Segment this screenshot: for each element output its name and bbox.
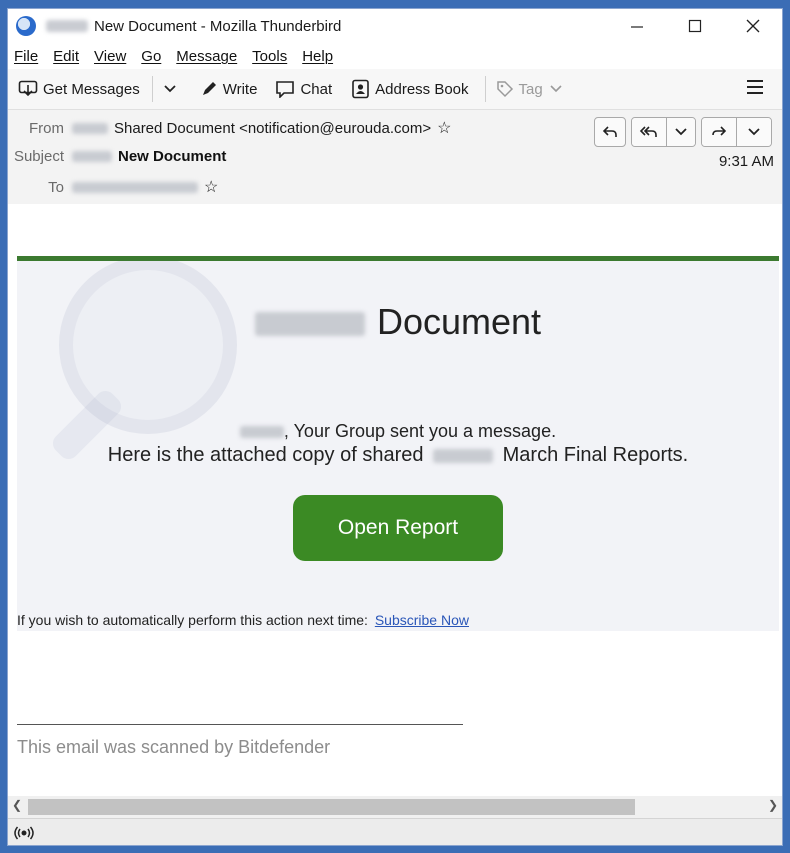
subject-label: Subject <box>13 148 64 165</box>
reply-all-dropdown[interactable] <box>666 118 695 146</box>
menu-help[interactable]: Help <box>302 48 333 65</box>
reply-all-icon <box>639 126 657 137</box>
redacted-recipient <box>72 181 198 193</box>
redacted-brand-name <box>433 448 494 463</box>
maximize-button[interactable] <box>666 9 724 43</box>
scroll-left-icon[interactable]: ❮ <box>12 798 22 812</box>
forward-arrow-icon <box>712 126 727 136</box>
to-label: To <box>48 178 64 196</box>
menu-view[interactable]: View <box>94 48 126 65</box>
toolbar-separator <box>151 76 153 102</box>
window-title: New Document - Mozilla Thunderbird <box>94 17 342 35</box>
get-messages-label: Get Messages <box>43 80 140 98</box>
message-time: 9:31 AM <box>718 153 774 170</box>
redacted-brand-name <box>254 312 365 337</box>
from-label: From <box>29 119 64 137</box>
forward-button[interactable] <box>702 118 736 146</box>
message-line-1: , Your Group sent you a message. <box>17 421 779 442</box>
reply-all-group <box>631 117 696 147</box>
menu-bar: File Edit View Go Message Tools Help <box>8 43 782 69</box>
message-line-2-pre: Here is the attached copy of shared <box>107 444 424 466</box>
thunderbird-app-icon <box>16 16 36 36</box>
chevron-down-icon <box>675 128 687 136</box>
star-icon[interactable]: ☆ <box>204 177 218 197</box>
thunderbird-window: New Document - Mozilla Thunderbird File … <box>7 8 783 846</box>
email-banner: Document , Your Group sent you a message… <box>17 256 779 631</box>
open-report-button[interactable]: Open Report <box>293 495 503 561</box>
address-book-button[interactable]: Address Book <box>350 79 469 99</box>
hamburger-menu-icon <box>747 80 763 94</box>
menu-file[interactable]: File <box>14 48 38 65</box>
address-book-icon <box>352 79 369 99</box>
get-messages-dropdown[interactable] <box>163 84 182 94</box>
message-line-1-text: , Your Group sent you a message. <box>283 421 557 441</box>
maximize-icon <box>688 19 702 33</box>
tag-button[interactable]: Tag <box>496 80 568 98</box>
menu-tools[interactable]: Tools <box>252 48 287 65</box>
scroll-right-icon[interactable]: ❯ <box>768 798 778 812</box>
message-header: From Shared Document <notification@eurou… <box>8 110 782 205</box>
more-actions-dropdown[interactable] <box>736 118 771 146</box>
redacted-title-text <box>46 20 88 32</box>
redacted-recipient-name <box>239 426 284 439</box>
write-button[interactable]: Write <box>200 80 258 98</box>
write-label: Write <box>222 80 258 98</box>
tag-label: Tag <box>518 80 543 98</box>
main-toolbar: Get Messages Write Chat Address Book Tag <box>8 69 782 110</box>
menu-go[interactable]: Go <box>141 48 161 65</box>
signature-divider <box>17 724 463 725</box>
title-bar: New Document - Mozilla Thunderbird <box>8 9 782 43</box>
redacted-subject-word <box>72 151 112 162</box>
from-value[interactable]: Shared Document <notification@eurouda.co… <box>114 120 431 137</box>
scrollbar-thumb[interactable] <box>28 799 635 815</box>
window-controls <box>608 9 782 43</box>
reply-all-button[interactable] <box>632 118 666 146</box>
subscribe-now-link[interactable]: Subscribe Now <box>375 612 469 628</box>
from-row: From Shared Document <notification@eurou… <box>8 118 451 138</box>
chat-bubble-icon <box>276 81 295 98</box>
chat-label: Chat <box>300 80 333 98</box>
chat-button[interactable]: Chat <box>275 80 332 98</box>
menu-edit[interactable]: Edit <box>53 48 79 65</box>
star-icon[interactable]: ☆ <box>437 118 451 138</box>
horizontal-scrollbar[interactable]: ❮ ❯ <box>8 796 782 818</box>
close-button[interactable] <box>724 9 782 43</box>
message-line-2: Here is the attached copy of shared Marc… <box>17 444 779 467</box>
scanned-notice: This email was scanned by Bitdefender <box>17 737 331 757</box>
address-book-label: Address Book <box>375 80 469 98</box>
message-body: Document , Your Group sent you a message… <box>8 204 782 796</box>
email-title-text: Document <box>376 301 542 342</box>
online-status-icon[interactable] <box>14 825 34 841</box>
reply-button[interactable] <box>594 117 626 147</box>
app-menu-button[interactable] <box>746 79 764 99</box>
get-messages-button[interactable]: Get Messages <box>18 80 140 98</box>
subject-value: New Document <box>118 148 227 165</box>
chevron-down-icon <box>748 128 760 136</box>
message-line-2-post: March Final Reports. <box>502 444 689 466</box>
chevron-down-icon <box>164 85 176 93</box>
subject-row: Subject New Document <box>8 148 226 165</box>
redacted-sender-name <box>72 122 108 134</box>
subscribe-prompt: If you wish to automatically perform thi… <box>17 612 368 628</box>
chevron-down-icon <box>550 85 562 93</box>
minimize-button[interactable] <box>608 9 666 43</box>
close-icon <box>746 19 760 33</box>
toolbar-separator <box>484 76 486 102</box>
download-icon <box>18 80 38 97</box>
status-bar <box>8 818 782 845</box>
forward-group <box>701 117 772 147</box>
pencil-icon <box>202 82 216 95</box>
email-title: Document <box>17 301 779 343</box>
subscribe-line: If you wish to automatically perform thi… <box>17 612 469 628</box>
message-actions <box>589 117 772 147</box>
minimize-icon <box>631 26 643 28</box>
menu-message[interactable]: Message <box>176 48 237 65</box>
reply-icon <box>602 126 617 137</box>
tag-icon <box>496 81 513 98</box>
to-row: To ☆ <box>8 177 218 197</box>
